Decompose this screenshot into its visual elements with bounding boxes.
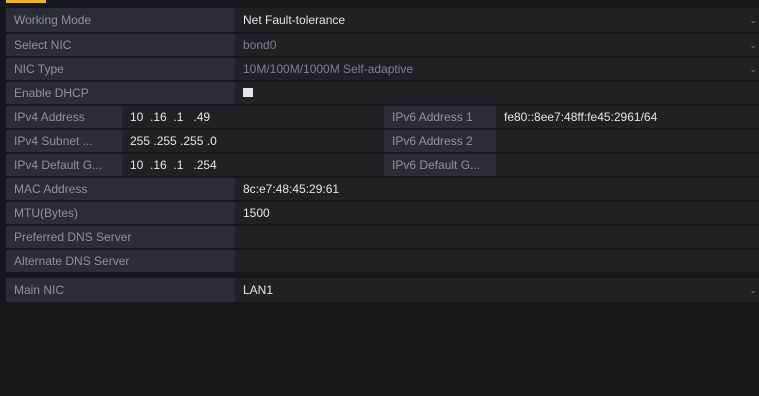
select-nic-dropdown[interactable]: bond0 ⌄ bbox=[235, 34, 759, 56]
alternate-dns-input[interactable] bbox=[235, 250, 759, 272]
preferred-dns-row: Preferred DNS Server bbox=[6, 226, 759, 248]
chevron-down-icon: ⌄ bbox=[749, 285, 757, 295]
chevron-down-icon: ⌄ bbox=[749, 15, 757, 25]
mac-address-label: MAC Address bbox=[6, 178, 235, 200]
checkbox-icon[interactable] bbox=[243, 88, 253, 98]
main-nic-value: LAN1 bbox=[243, 283, 274, 297]
chevron-down-icon: ⌄ bbox=[749, 64, 757, 74]
ipv4-gateway-input[interactable]: 10 .16 .1 .254 bbox=[122, 154, 384, 176]
enable-dhcp-field bbox=[235, 82, 759, 104]
alternate-dns-label: Alternate DNS Server bbox=[6, 250, 235, 272]
nic-type-label: NIC Type bbox=[6, 58, 235, 80]
ipv4-subnet-row: IPv4 Subnet ... 255 .255 .255 .0 IPv6 Ad… bbox=[6, 130, 759, 152]
nic-type-row: NIC Type 10M/100M/1000M Self-adaptive ⌄ bbox=[6, 58, 759, 80]
ipv6-gateway-input[interactable] bbox=[496, 154, 759, 176]
ipv4-subnet-input[interactable]: 255 .255 .255 .0 bbox=[122, 130, 384, 152]
ipv6-gateway-label: IPv6 Default G... bbox=[384, 154, 496, 176]
alternate-dns-row: Alternate DNS Server bbox=[6, 250, 759, 272]
working-mode-dropdown[interactable]: Net Fault-tolerance ⌄ bbox=[235, 8, 759, 32]
ipv6-address2-input[interactable] bbox=[496, 130, 759, 152]
working-mode-value: Net Fault-tolerance bbox=[243, 13, 346, 27]
ipv4-gateway-row: IPv4 Default G... 10 .16 .1 .254 IPv6 De… bbox=[6, 154, 759, 176]
network-settings-form: Working Mode Net Fault-tolerance ⌄ Selec… bbox=[6, 8, 759, 304]
select-nic-value: bond0 bbox=[243, 38, 277, 52]
ipv4-address-row: IPv4 Address 10 .16 .1 .49 IPv6 Address … bbox=[6, 106, 759, 128]
working-mode-row: Working Mode Net Fault-tolerance ⌄ bbox=[6, 8, 759, 32]
enable-dhcp-label: Enable DHCP bbox=[6, 82, 235, 104]
active-tab-indicator bbox=[6, 0, 46, 3]
ipv4-gateway-label: IPv4 Default G... bbox=[6, 154, 122, 176]
preferred-dns-label: Preferred DNS Server bbox=[6, 226, 235, 248]
nic-type-value: 10M/100M/1000M Self-adaptive bbox=[243, 62, 414, 76]
working-mode-label: Working Mode bbox=[6, 8, 235, 32]
mac-address-value: 8c:e7:48:45:29:61 bbox=[235, 178, 759, 200]
mtu-input[interactable]: 1500 bbox=[235, 202, 759, 224]
ipv4-subnet-label: IPv4 Subnet ... bbox=[6, 130, 122, 152]
ipv4-address-label: IPv4 Address bbox=[6, 106, 122, 128]
mac-address-row: MAC Address 8c:e7:48:45:29:61 bbox=[6, 178, 759, 200]
nic-type-dropdown[interactable]: 10M/100M/1000M Self-adaptive ⌄ bbox=[235, 58, 759, 80]
ipv4-address-input[interactable]: 10 .16 .1 .49 bbox=[122, 106, 384, 128]
main-nic-label: Main NIC bbox=[6, 278, 235, 302]
mtu-row: MTU(Bytes) 1500 bbox=[6, 202, 759, 224]
ipv6-address2-label: IPv6 Address 2 bbox=[384, 130, 496, 152]
select-nic-row: Select NIC bond0 ⌄ bbox=[6, 34, 759, 56]
preferred-dns-input[interactable] bbox=[235, 226, 759, 248]
ipv6-address1-label: IPv6 Address 1 bbox=[384, 106, 496, 128]
chevron-down-icon: ⌄ bbox=[749, 40, 757, 50]
main-nic-row: Main NIC LAN1 ⌄ bbox=[6, 278, 759, 302]
mtu-label: MTU(Bytes) bbox=[6, 202, 235, 224]
ipv6-address1-input[interactable]: fe80::8ee7:48ff:fe45:2961/64 bbox=[496, 106, 759, 128]
select-nic-label: Select NIC bbox=[6, 34, 235, 56]
main-nic-dropdown[interactable]: LAN1 ⌄ bbox=[235, 278, 759, 302]
enable-dhcp-row: Enable DHCP bbox=[6, 82, 759, 104]
